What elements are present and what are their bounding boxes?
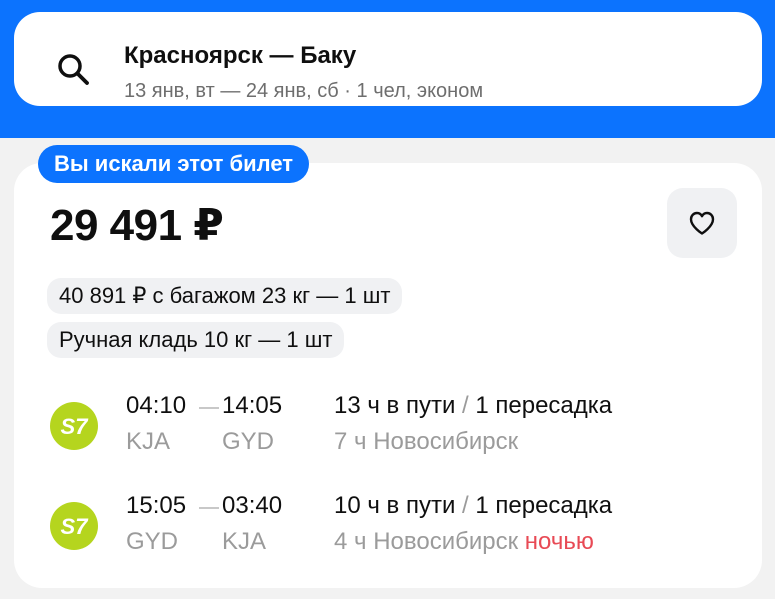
duration-text: 13 ч в пути	[334, 392, 456, 419]
duration-text: 10 ч в пути	[334, 492, 456, 519]
search-icon	[58, 54, 89, 85]
search-route-title: Красноярск — Баку	[124, 42, 357, 69]
night-stopover-warning: ночью	[524, 528, 594, 555]
duration-separator: /	[462, 392, 469, 419]
svg-text:S7: S7	[61, 414, 90, 439]
hand-luggage-chip: Ручная кладь 10 кг — 1 шт	[47, 322, 345, 358]
depart-time: 15:05	[126, 492, 187, 519]
transfer-count: 1 пересадка	[475, 392, 613, 419]
searched-ticket-badge: Вы искали этот билет	[38, 145, 310, 183]
s7-logo-mark: S7	[61, 514, 90, 539]
flight-segment-outbound: S7 04:10 14:05 KJA GYD 13 ч в пути / 1 п…	[0, 392, 775, 462]
arrive-airport-code: GYD	[222, 428, 275, 455]
baggage-option-chip[interactable]: 40 891 ₽ с багажом 23 кг — 1 шт	[47, 278, 403, 314]
stopover-text: 4 ч Новосибирск	[334, 528, 519, 555]
stopover-info: 7 ч Новосибирск	[334, 428, 518, 456]
search-bar[interactable]: Красноярск — Баку 13 янв, вт — 24 янв, с…	[14, 12, 762, 106]
flight-segment-return: S7 15:05 03:40 GYD KJA 10 ч в пути / 1 п…	[0, 492, 775, 562]
s7-logo-mark: S7	[61, 414, 90, 439]
duration-separator: /	[462, 492, 469, 519]
depart-airport-code: GYD	[126, 528, 179, 555]
depart-airport-code: KJA	[126, 428, 171, 455]
heart-icon	[689, 211, 715, 235]
flight-duration: 13 ч в пути / 1 пересадка	[334, 392, 612, 420]
depart-time: 04:10	[126, 392, 187, 419]
arrive-airport-code: KJA	[222, 528, 267, 555]
transfer-count: 1 пересадка	[475, 492, 613, 519]
svg-text:S7: S7	[61, 514, 90, 539]
time-dash	[199, 407, 219, 409]
time-dash	[199, 507, 219, 509]
s7-airline-logo: S7	[50, 502, 98, 550]
search-details: 13 янв, вт — 24 янв, сб · 1 чел, эконом	[124, 80, 484, 102]
ticket-price: 29 491 ₽	[50, 201, 224, 250]
stopover-text: 7 ч Новосибирск	[334, 428, 519, 455]
flight-duration: 10 ч в пути / 1 пересадка	[334, 492, 612, 520]
stopover-info: 4 ч Новосибирск ночью	[334, 528, 594, 556]
arrive-time: 03:40	[222, 492, 283, 519]
arrive-time: 14:05	[222, 392, 283, 419]
s7-airline-logo: S7	[50, 402, 98, 450]
favorite-button[interactable]	[667, 188, 737, 258]
